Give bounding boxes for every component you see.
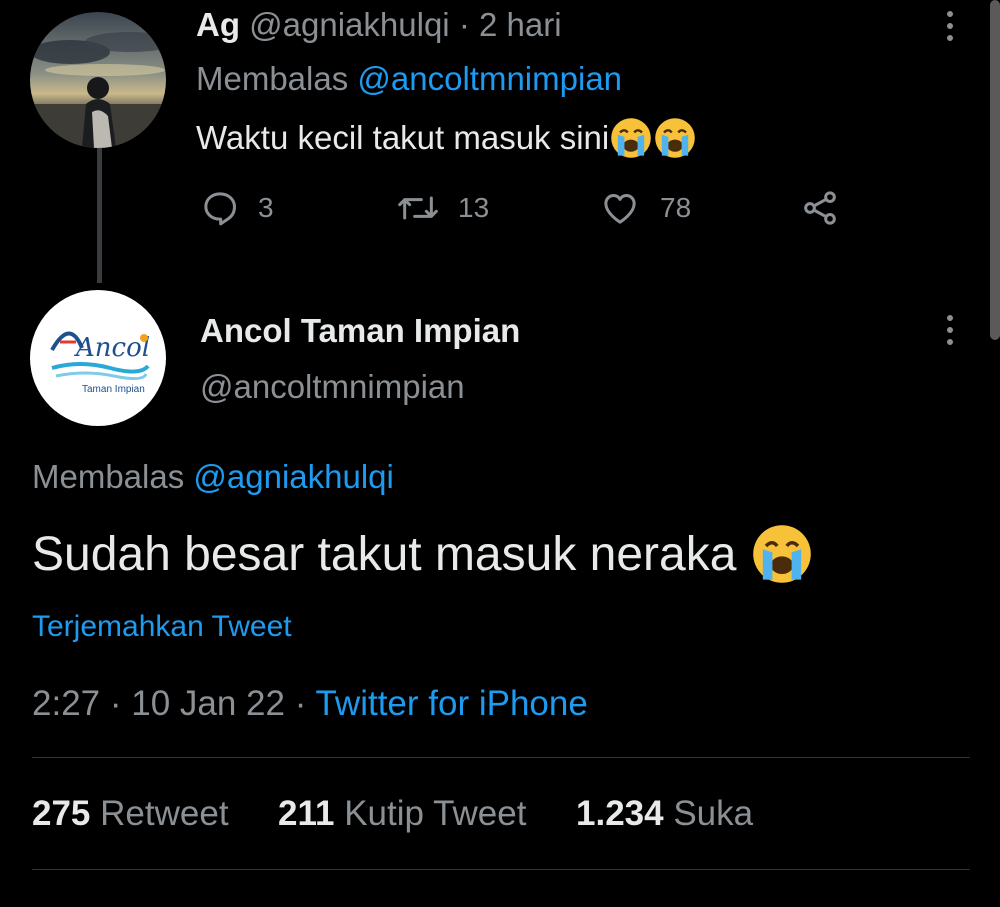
retweet-icon bbox=[398, 196, 438, 220]
stats-divider-bottom bbox=[32, 869, 970, 870]
replying-to-mention[interactable]: @agniakhulqi bbox=[193, 458, 393, 495]
main-more-menu-icon[interactable] bbox=[930, 310, 970, 350]
tweet-time[interactable]: 2:27 bbox=[32, 684, 100, 723]
reply-author-name[interactable]: Ag bbox=[196, 6, 240, 43]
quote-stat-label: Kutip Tweet bbox=[344, 794, 527, 833]
metadata-separator: · bbox=[109, 684, 122, 723]
main-author-handle[interactable]: @ancoltmnimpian bbox=[200, 368, 465, 406]
ancol-logo: Ancol Taman Impian bbox=[50, 331, 150, 395]
main-author-name[interactable]: Ancol Taman Impian bbox=[200, 312, 520, 350]
tweet-date[interactable]: 10 Jan 22 bbox=[131, 684, 285, 723]
tweet-metadata: 2:27 · 10 Jan 22 · Twitter for iPhone bbox=[32, 684, 588, 724]
like-count: 78 bbox=[660, 192, 692, 223]
stats-divider-top bbox=[32, 757, 970, 758]
retweet-action[interactable]: 13 bbox=[396, 188, 489, 228]
reply-bubble-icon bbox=[204, 192, 236, 226]
page-scrollbar[interactable] bbox=[990, 0, 1000, 340]
crying-face-emoji-icon bbox=[753, 525, 812, 583]
crying-face-emoji-icon bbox=[655, 118, 696, 158]
main-replying-to: Membalas @agniakhulqi bbox=[32, 458, 394, 496]
quote-stat-count: 211 bbox=[278, 794, 335, 833]
replying-to-mention[interactable]: @ancoltmnimpian bbox=[357, 60, 622, 97]
metadata-separator: · bbox=[294, 684, 307, 723]
reply-tweet-text: Waktu kecil takut masuk sini bbox=[196, 119, 610, 156]
retweet-stat-label: Retweet bbox=[100, 794, 229, 833]
avatar-agniakhulqi[interactable] bbox=[30, 12, 166, 148]
reply-replying-to: Membalas @ancoltmnimpian bbox=[196, 60, 622, 98]
retweet-stat-count: 275 bbox=[32, 794, 91, 833]
like-stat-label: Suka bbox=[673, 794, 754, 833]
reply-more-menu-icon[interactable] bbox=[930, 6, 970, 46]
replying-label: Membalas bbox=[196, 60, 349, 97]
reply-tweet-text-row: Waktu kecil takut masuk sini bbox=[196, 116, 697, 160]
reply-action[interactable]: 3 bbox=[200, 188, 274, 228]
reply-time-ago[interactable]: 2 hari bbox=[479, 6, 562, 43]
header-separator: · bbox=[458, 6, 470, 43]
like-action[interactable]: 78 bbox=[598, 188, 691, 228]
logo-wordmark: Ancol bbox=[74, 333, 150, 363]
like-stat-count: 1.234 bbox=[576, 794, 664, 833]
main-tweet-text-row: Sudah besar takut masuk neraka bbox=[32, 522, 814, 586]
crying-face-emoji-icon bbox=[611, 118, 652, 158]
retweet-count: 13 bbox=[458, 192, 490, 223]
tweet-source-link[interactable]: Twitter for iPhone bbox=[315, 684, 587, 723]
reply-tweet-header: Ag @agniakhulqi · 2 hari bbox=[196, 6, 562, 44]
logo-subtext: Taman Impian bbox=[82, 384, 145, 395]
thread-connector-line bbox=[97, 148, 102, 283]
reply-author-handle[interactable]: @agniakhulqi bbox=[249, 6, 449, 43]
share-icon bbox=[804, 191, 836, 225]
main-tweet-text: Sudah besar takut masuk neraka bbox=[32, 527, 737, 581]
share-action[interactable] bbox=[798, 188, 842, 228]
replying-label: Membalas bbox=[32, 458, 185, 495]
reply-count: 3 bbox=[258, 192, 274, 223]
avatar-photo bbox=[30, 12, 166, 148]
retweet-stat[interactable]: 275 Retweet bbox=[32, 794, 229, 834]
heart-icon bbox=[604, 194, 636, 224]
avatar-ancoltmnimpian[interactable]: Ancol Taman Impian bbox=[30, 290, 166, 426]
quote-stat[interactable]: 211 Kutip Tweet bbox=[278, 794, 526, 834]
translate-tweet-link[interactable]: Terjemahkan Tweet bbox=[32, 610, 292, 644]
like-stat[interactable]: 1.234 Suka bbox=[576, 794, 753, 834]
